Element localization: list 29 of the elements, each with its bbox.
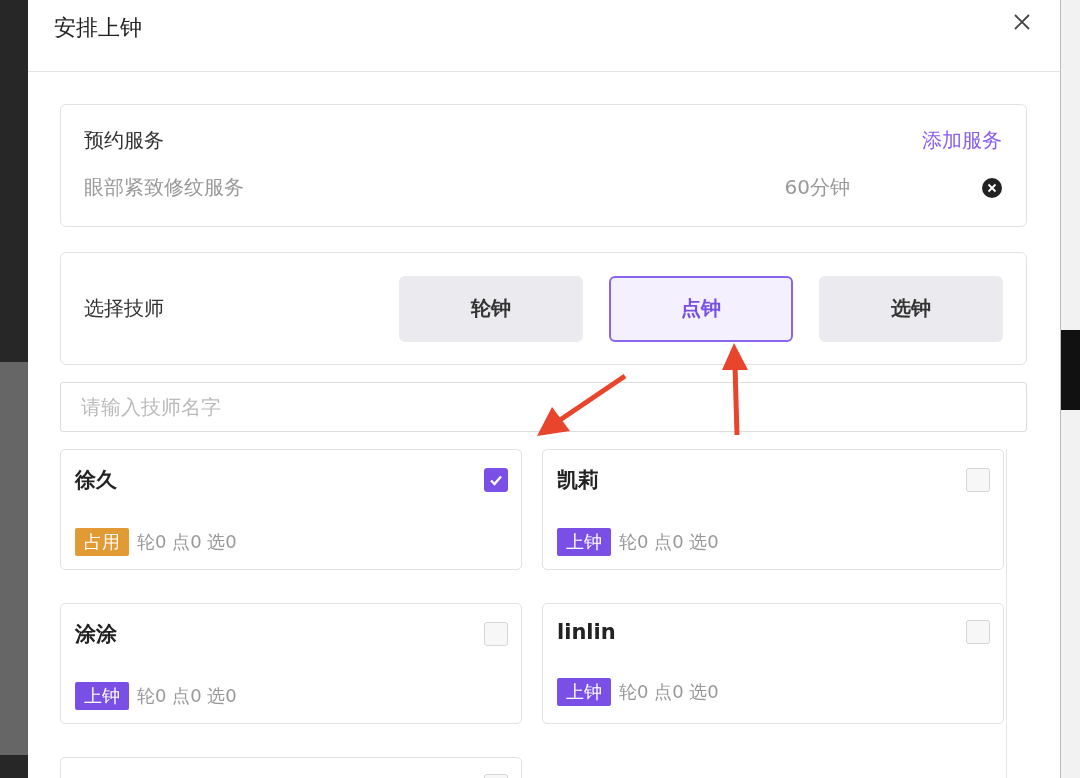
- technician-stats: 轮0 点0 选0: [137, 684, 237, 708]
- checkbox[interactable]: [484, 468, 508, 492]
- add-service-link[interactable]: 添加服务: [922, 127, 1002, 154]
- technician-card[interactable]: 涂涂 上钟 轮0 点0 选0: [60, 603, 522, 724]
- technician-stats: 轮0 点0 选0: [137, 530, 237, 554]
- mode-option[interactable]: 轮钟: [399, 275, 583, 342]
- mode-option[interactable]: 选钟: [819, 275, 1003, 342]
- mode-label: 选择技师: [84, 295, 165, 322]
- technician-card[interactable]: 徐久 占用 轮0 点0 选0: [60, 449, 522, 570]
- technician-name: 涂涂: [75, 621, 117, 648]
- technician-card[interactable]: 凯莉 上钟 轮0 点0 选0: [542, 449, 1004, 570]
- section-heading: 预约服务: [84, 127, 164, 154]
- mode-option[interactable]: 点钟: [609, 275, 793, 342]
- remove-icon[interactable]: [982, 177, 1002, 198]
- technician-card[interactable]: linlin 上钟 轮0 点0 选0: [542, 603, 1004, 724]
- dialog-title: 安排上钟: [54, 13, 142, 42]
- technician-stats: 轮0 点0 选0: [619, 530, 719, 554]
- technician-name: 凯莉: [557, 467, 599, 494]
- service-duration: 60分钟: [784, 174, 850, 201]
- status-tag: 上钟: [75, 682, 129, 710]
- status-tag: 上钟: [557, 678, 611, 706]
- technician-name: 徐久: [75, 467, 117, 494]
- service-name: 眼部紧致修纹服务: [84, 174, 244, 201]
- status-tag: 上钟: [557, 528, 611, 556]
- technician-name: linlin: [557, 620, 616, 644]
- search-field[interactable]: 请输入技师名字: [60, 382, 1027, 432]
- close-button[interactable]: [1012, 11, 1032, 32]
- status-tag: 占用: [75, 528, 129, 556]
- technician-stats: 轮0 点0 选0: [619, 680, 719, 704]
